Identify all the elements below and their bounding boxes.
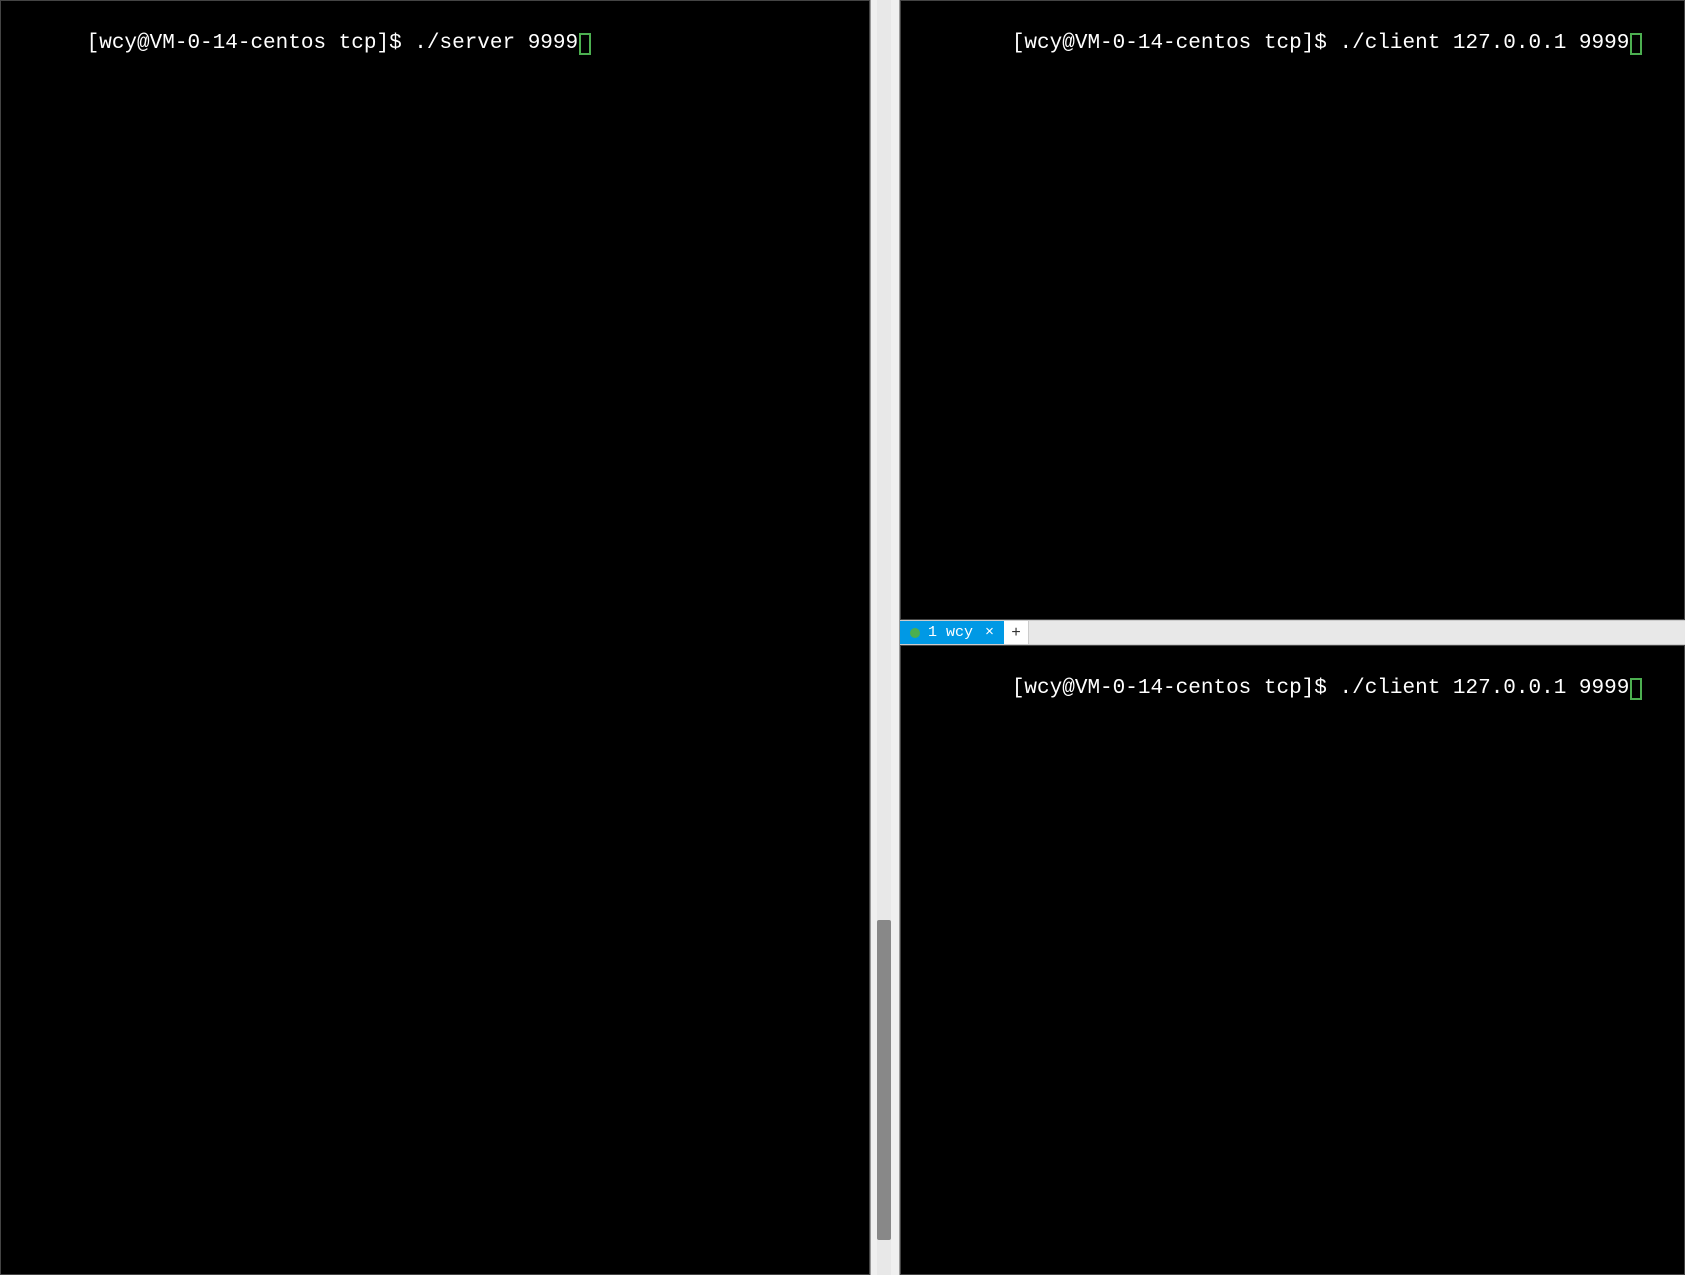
shell-command: ./server 9999 bbox=[414, 32, 578, 55]
plus-icon: + bbox=[1011, 624, 1021, 642]
shell-command: ./client 127.0.0.1 9999 bbox=[1339, 677, 1629, 700]
add-tab-button[interactable]: + bbox=[1004, 621, 1029, 644]
status-dot-icon bbox=[910, 628, 920, 638]
right-container: [wcy@VM-0-14-centos tcp]$ ./client 127.0… bbox=[900, 0, 1685, 1275]
terminal-output: [wcy@VM-0-14-centos tcp]$ ./server 9999 bbox=[1, 1, 869, 86]
tab-bar: 1 wcy × + bbox=[900, 620, 1685, 645]
cursor-icon bbox=[579, 33, 591, 55]
shell-command: ./client 127.0.0.1 9999 bbox=[1339, 32, 1629, 55]
shell-prompt: [wcy@VM-0-14-centos tcp]$ bbox=[1012, 32, 1340, 55]
left-terminal-pane[interactable]: [wcy@VM-0-14-centos tcp]$ ./server 9999 bbox=[0, 0, 870, 1275]
terminal-output: [wcy@VM-0-14-centos tcp]$ ./client 127.0… bbox=[901, 1, 1684, 86]
close-icon[interactable]: × bbox=[985, 624, 994, 641]
scrollbar-thumb[interactable] bbox=[877, 920, 891, 1240]
right-top-terminal-pane[interactable]: [wcy@VM-0-14-centos tcp]$ ./client 127.0… bbox=[900, 0, 1685, 620]
tab-label: 1 wcy bbox=[928, 624, 973, 641]
terminal-layout: [wcy@VM-0-14-centos tcp]$ ./server 9999 … bbox=[0, 0, 1685, 1275]
cursor-icon bbox=[1630, 678, 1642, 700]
cursor-icon bbox=[1630, 33, 1642, 55]
shell-prompt: [wcy@VM-0-14-centos tcp]$ bbox=[1012, 677, 1340, 700]
pane-divider[interactable] bbox=[870, 0, 900, 1275]
shell-prompt: [wcy@VM-0-14-centos tcp]$ bbox=[87, 32, 415, 55]
session-tab[interactable]: 1 wcy × bbox=[900, 621, 1004, 644]
terminal-output: [wcy@VM-0-14-centos tcp]$ ./client 127.0… bbox=[901, 646, 1684, 731]
right-bottom-terminal-pane[interactable]: [wcy@VM-0-14-centos tcp]$ ./client 127.0… bbox=[900, 645, 1685, 1275]
